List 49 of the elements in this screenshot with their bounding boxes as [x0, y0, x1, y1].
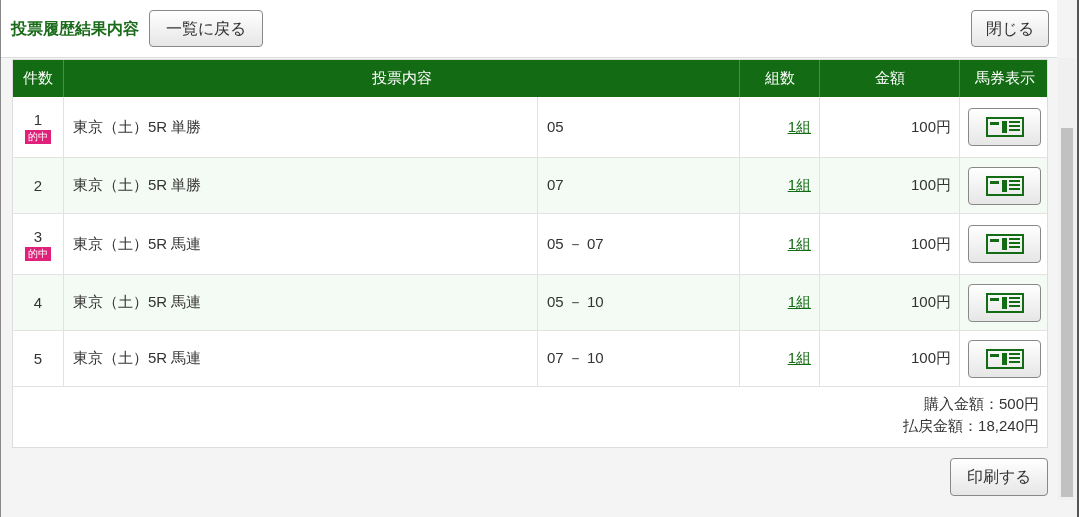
back-button[interactable]: 一覧に戻る [149, 10, 263, 47]
amount-text: 100円 [910, 175, 951, 196]
row-number: 4 [33, 293, 43, 312]
combos-link[interactable]: 1組 [787, 347, 811, 370]
column-header: 組数 [764, 68, 795, 89]
horse-numbers: 05 － 10 [547, 292, 604, 313]
ticket-button[interactable] [968, 283, 1041, 322]
dialog-title: 投票履歴結果内容 [11, 18, 139, 39]
amount-text: 100円 [910, 116, 951, 137]
race-text: 東京（土）5R 馬連 [73, 292, 202, 313]
race-text: 東京（土）5R 単勝 [73, 175, 202, 196]
ticket-button[interactable] [968, 225, 1041, 263]
race-text: 東京（土）5R 単勝 [73, 116, 202, 137]
ticket-button[interactable] [968, 108, 1041, 146]
row-number: 2 [33, 176, 43, 195]
column-header: 馬券表示 [974, 68, 1035, 89]
column-header: 件数 [23, 68, 53, 89]
column-header: 金額 [874, 68, 905, 89]
hit-badge: 的中 [25, 246, 51, 261]
horse-numbers: 05 － 07 [547, 233, 604, 254]
combos-link[interactable]: 1組 [787, 115, 811, 139]
horse-numbers: 07 [547, 175, 564, 196]
race-text: 東京（土）5R 馬連 [73, 348, 202, 369]
amount-text: 100円 [910, 348, 951, 369]
print-button[interactable]: 印刷する [950, 458, 1048, 496]
amount-text: 100円 [910, 292, 951, 313]
ticket-icon [985, 117, 1024, 137]
summary-text: 購入金額：500円 [923, 394, 1039, 414]
combos-link[interactable]: 1組 [787, 291, 811, 314]
ticket-icon [985, 348, 1024, 369]
amount-text: 100円 [910, 233, 951, 254]
combos-link[interactable]: 1組 [787, 174, 811, 197]
ticket-icon [985, 175, 1024, 196]
horse-numbers: 07 － 10 [547, 348, 604, 369]
close-button[interactable]: 閉じる [971, 10, 1049, 47]
ticket-button[interactable] [968, 166, 1041, 205]
horse-numbers: 05 [547, 116, 564, 137]
row-number: 5 [33, 349, 43, 368]
hit-badge: 的中 [25, 129, 51, 144]
scrollbar[interactable] [1058, 58, 1076, 500]
ticket-icon [985, 234, 1024, 254]
column-header: 投票内容 [371, 68, 432, 89]
ticket-button[interactable] [968, 339, 1041, 378]
race-text: 東京（土）5R 馬連 [73, 233, 202, 254]
combos-link[interactable]: 1組 [787, 232, 811, 256]
row-number: 1 [33, 110, 43, 129]
summary-text: 払戻金額：18,240円 [903, 416, 1039, 436]
row-number: 3 [33, 227, 43, 246]
ticket-icon [985, 292, 1024, 313]
